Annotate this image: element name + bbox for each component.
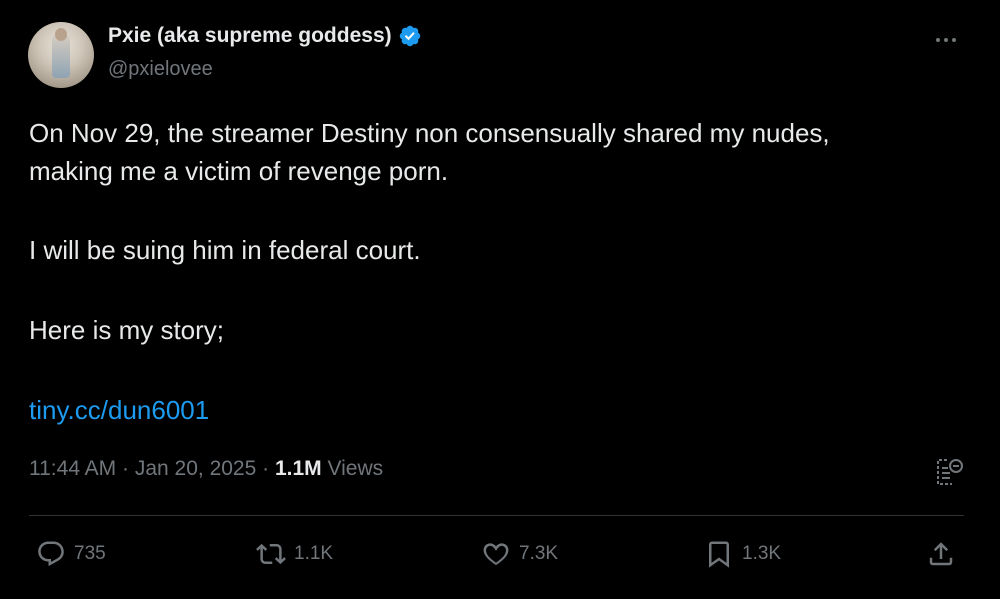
more-icon[interactable] — [928, 30, 964, 50]
retweet-button[interactable]: 1.1K — [256, 532, 333, 576]
tweet-link[interactable]: tiny.cc/dun6001 — [29, 391, 209, 429]
like-count: 7.3K — [519, 543, 559, 564]
more-dot — [952, 38, 956, 42]
tweet-time[interactable]: 11:44 AM — [29, 457, 116, 481]
author-handle[interactable]: @pxielovee — [108, 58, 213, 81]
retweet-icon — [256, 543, 286, 565]
analytics-icon[interactable] — [932, 456, 964, 488]
tweet-paragraph-2: I will be suing him in federal court. — [29, 235, 421, 265]
avatar[interactable] — [28, 22, 94, 88]
bookmark-icon — [709, 541, 729, 568]
divider — [29, 515, 964, 516]
bookmark-count: 1.3K — [742, 543, 782, 564]
tweet-date[interactable]: Jan 20, 2025 — [135, 457, 256, 481]
meta-separator: · — [256, 457, 275, 480]
reply-icon — [38, 541, 64, 567]
views-label: Views — [321, 457, 384, 480]
like-icon — [483, 543, 509, 566]
author-name-row: Pxie (aka supreme goddess) — [108, 24, 422, 48]
tweet-card: Pxie (aka supreme goddess) @pxielovee On… — [0, 0, 1000, 599]
like-button[interactable]: 7.3K — [481, 532, 558, 576]
action-bar: 735 1.1K 7.3K 1.3K — [0, 532, 1000, 576]
reply-button[interactable]: 735 — [36, 532, 106, 576]
meta-separator: · — [116, 457, 135, 480]
reply-count: 735 — [74, 543, 106, 564]
verified-icon[interactable] — [398, 24, 422, 48]
more-dot — [936, 38, 940, 42]
tweet-paragraph-1: On Nov 29, the streamer Destiny non cons… — [29, 114, 830, 190]
tweet-line-1: On Nov 29, the streamer Destiny non cons… — [29, 118, 830, 148]
tweet-line-2: making me a victim of revenge porn. — [29, 156, 449, 186]
bookmark-button[interactable]: 1.3K — [704, 532, 781, 576]
share-icon — [929, 542, 953, 566]
share-button[interactable] — [926, 532, 956, 576]
tweet-paragraph-3: Here is my story; — [29, 315, 225, 345]
views-count: 1.1M — [274, 457, 322, 480]
more-dot — [944, 38, 948, 42]
retweet-count: 1.1K — [294, 543, 334, 564]
author-display-name[interactable]: Pxie (aka supreme goddess) — [108, 24, 392, 48]
avatar-head — [55, 28, 67, 41]
tweet-meta: 11:44 AM · Jan 20, 2025 · 1.1M Views — [29, 457, 383, 481]
